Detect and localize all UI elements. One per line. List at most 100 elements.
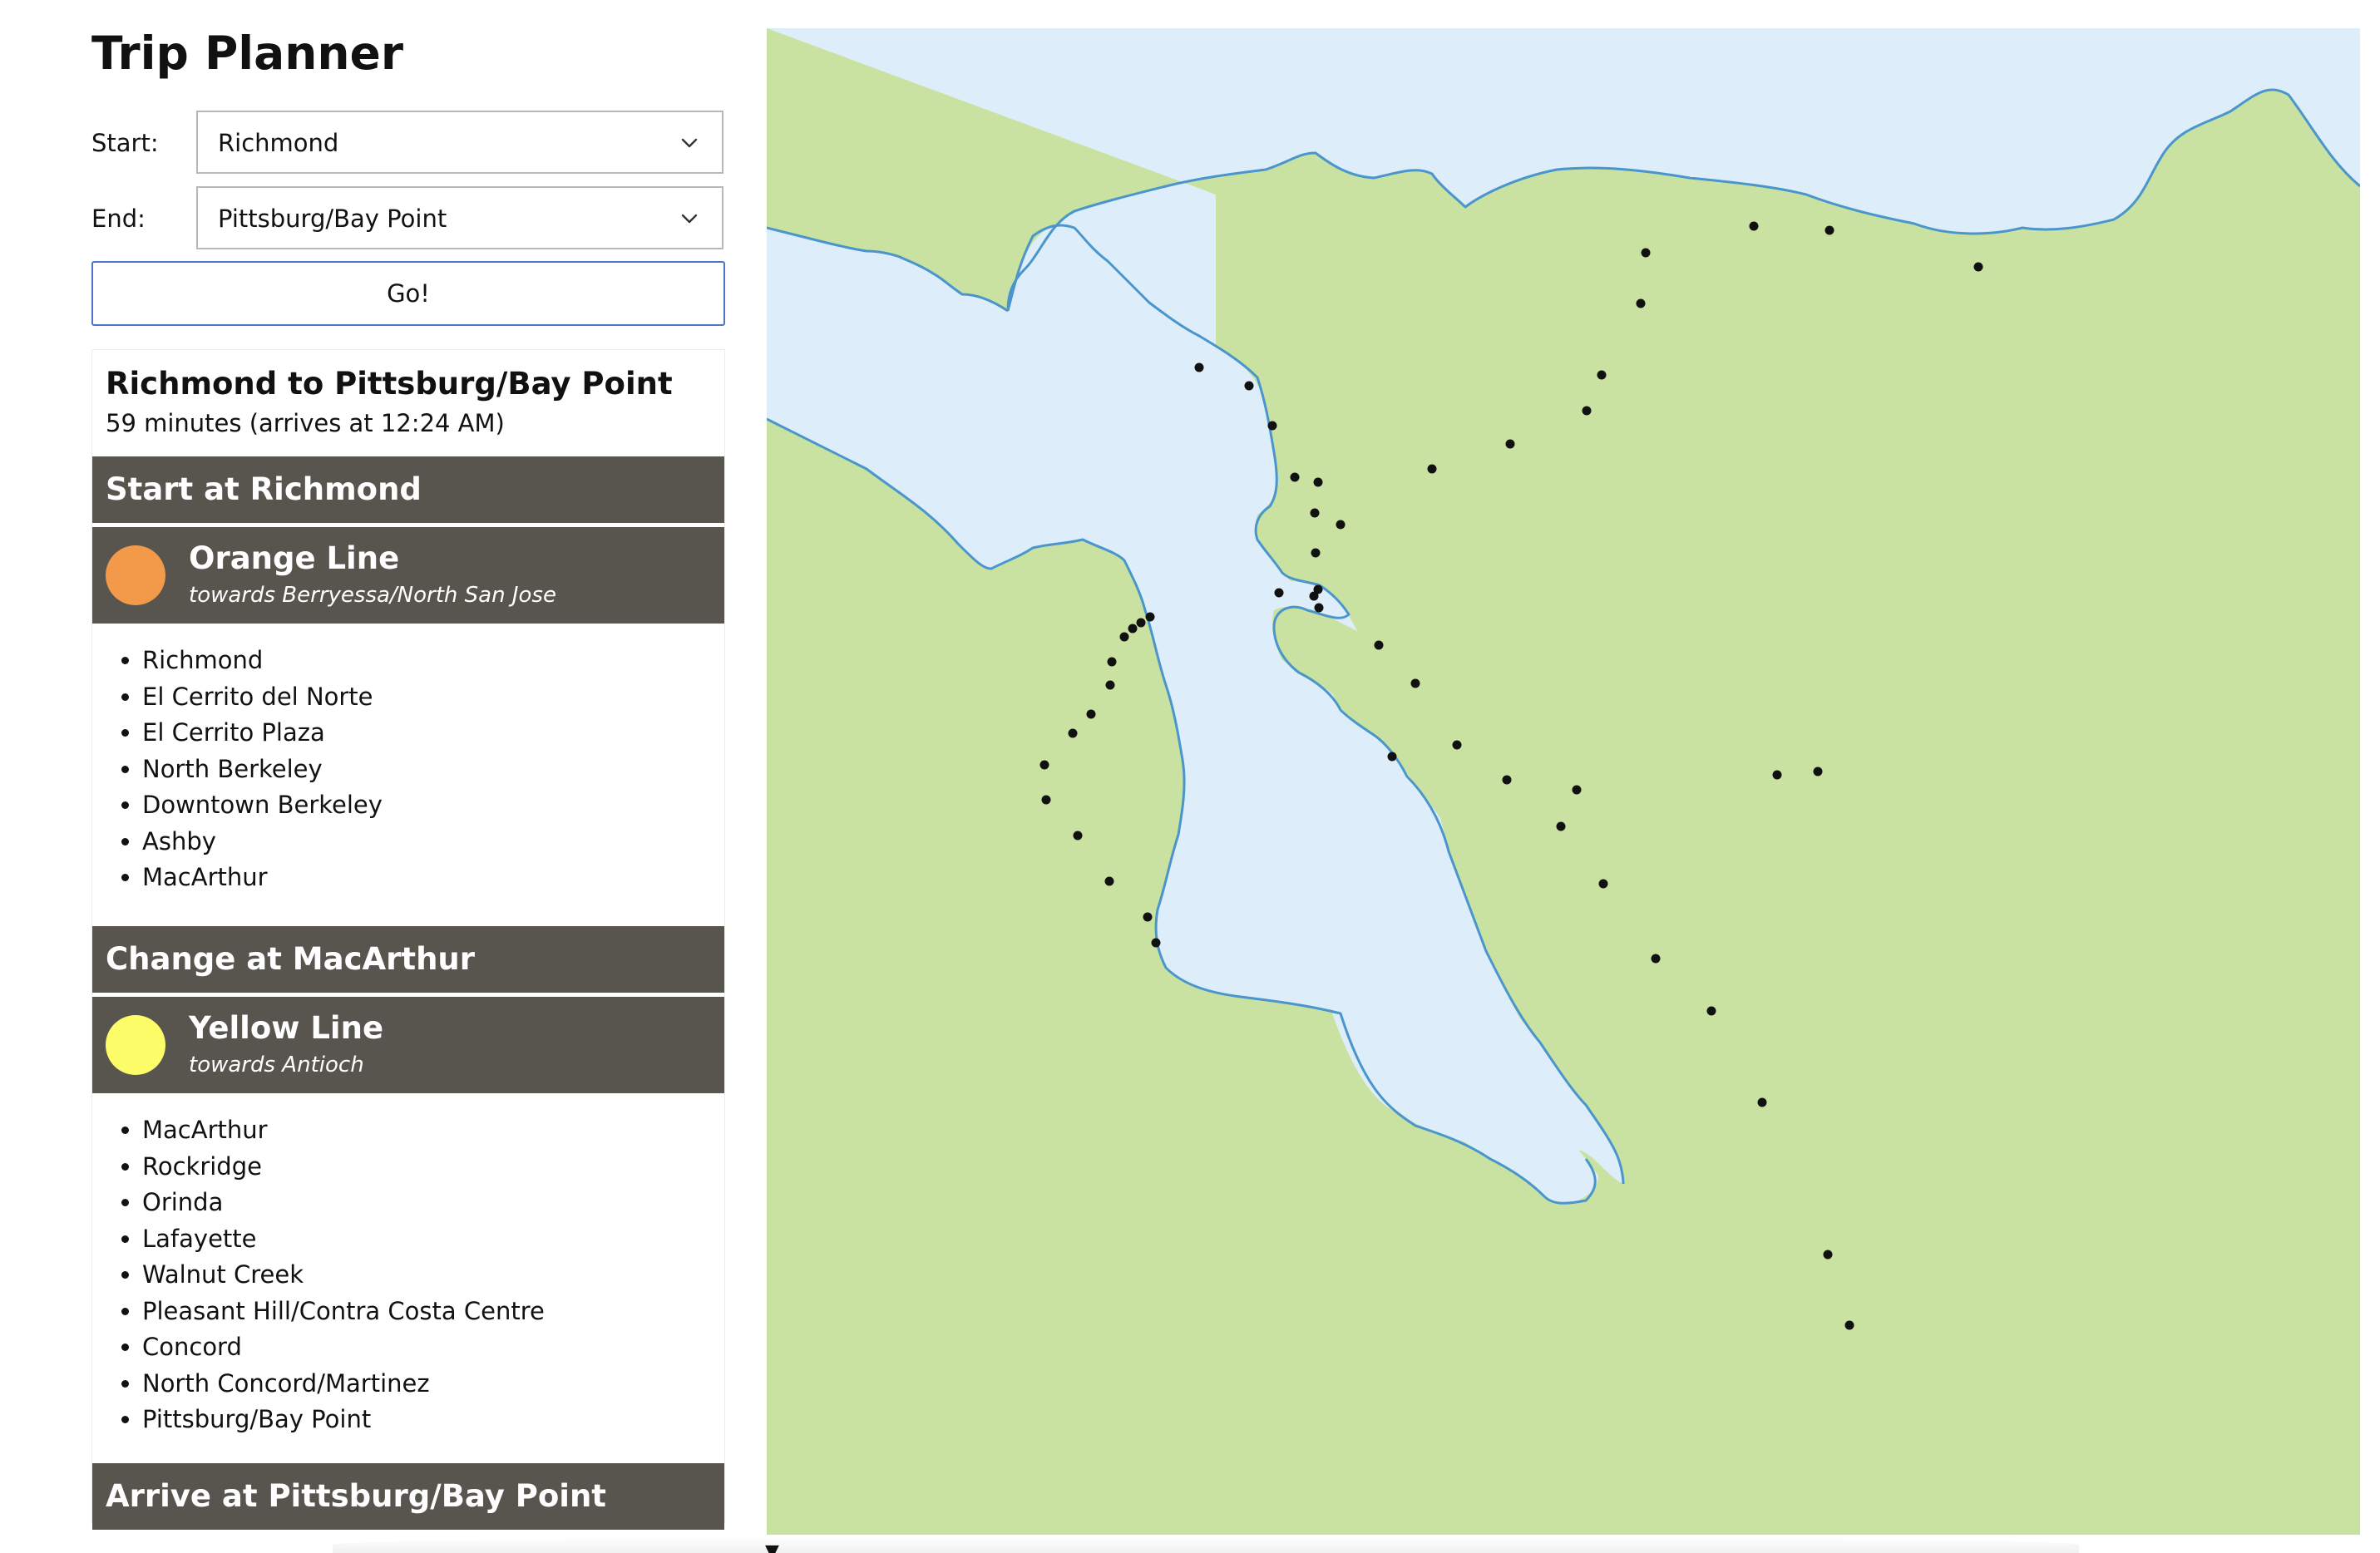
line-color-dot-icon xyxy=(106,1015,165,1075)
station-marker[interactable] xyxy=(1374,640,1384,650)
station-marker[interactable] xyxy=(1582,406,1592,416)
station-marker[interactable] xyxy=(1651,954,1661,964)
station-marker[interactable] xyxy=(1310,508,1320,518)
stop-list-item: El Cerrito del Norte xyxy=(142,679,383,716)
station-marker[interactable] xyxy=(1104,876,1114,886)
stop-list-item: Downtown Berkeley xyxy=(142,787,383,824)
stop-list-item: Orinda xyxy=(142,1185,545,1221)
station-marker[interactable] xyxy=(1844,1320,1854,1330)
station-marker[interactable] xyxy=(1823,1250,1833,1260)
station-marker[interactable] xyxy=(1136,618,1146,628)
station-marker[interactable] xyxy=(1825,225,1834,235)
leg-header-yellow-line: Yellow Line towards Antioch xyxy=(92,997,724,1093)
stop-list-item: Pittsburg/Bay Point xyxy=(142,1402,545,1438)
end-station-select[interactable]: Pittsburg/Bay Point xyxy=(196,186,723,249)
station-marker[interactable] xyxy=(1039,760,1049,770)
station-marker[interactable] xyxy=(1387,752,1397,762)
station-marker[interactable] xyxy=(1267,421,1277,431)
station-marker[interactable] xyxy=(1073,831,1083,841)
page-title: Trip Planner xyxy=(91,27,403,80)
station-marker[interactable] xyxy=(1143,912,1153,922)
start-step-header: Start at Richmond xyxy=(92,456,724,523)
stop-list-item: Pleasant Hill/Contra Costa Centre xyxy=(142,1294,545,1330)
leg-header-orange-line: Orange Line towards Berryessa/North San … xyxy=(92,527,724,624)
station-marker[interactable] xyxy=(1636,298,1646,308)
bay-area-map[interactable] xyxy=(767,28,2360,1535)
arrive-step-header: Arrive at Pittsburg/Bay Point xyxy=(92,1463,724,1530)
itinerary-card: Richmond to Pittsburg/Bay Point 59 minut… xyxy=(91,349,725,1530)
station-marker[interactable] xyxy=(1145,612,1155,622)
station-marker[interactable] xyxy=(1641,248,1651,258)
station-marker[interactable] xyxy=(1041,795,1051,805)
station-marker[interactable] xyxy=(1556,821,1566,831)
stop-list-item: North Concord/Martinez xyxy=(142,1366,545,1403)
station-marker[interactable] xyxy=(1244,381,1254,391)
scroll-down-icon[interactable]: ▼ xyxy=(765,1543,779,1553)
station-marker[interactable] xyxy=(1502,775,1512,785)
station-marker[interactable] xyxy=(1068,728,1078,738)
stop-list-yellow-line: MacArthurRockridgeOrindaLafayetteWalnut … xyxy=(92,1112,545,1438)
go-button[interactable]: Go! xyxy=(91,261,725,326)
station-marker[interactable] xyxy=(1314,603,1324,613)
end-label: End: xyxy=(91,205,146,233)
end-select-value: Pittsburg/Bay Point xyxy=(218,205,447,233)
start-field-row: Start: Richmond xyxy=(91,111,725,175)
station-marker[interactable] xyxy=(1757,1097,1767,1107)
station-marker[interactable] xyxy=(1107,657,1117,667)
route-title: Richmond to Pittsburg/Bay Point xyxy=(106,366,673,402)
station-marker[interactable] xyxy=(1309,591,1319,601)
stop-list-item: Walnut Creek xyxy=(142,1257,545,1294)
station-marker[interactable] xyxy=(1313,477,1323,487)
start-label: Start: xyxy=(91,129,159,157)
stop-list-item: MacArthur xyxy=(142,1112,545,1149)
station-marker[interactable] xyxy=(1311,548,1321,558)
stop-list-item: North Berkeley xyxy=(142,752,383,788)
station-marker[interactable] xyxy=(1086,709,1096,719)
start-station-select[interactable]: Richmond xyxy=(196,111,723,174)
stop-list-item: Rockridge xyxy=(142,1149,545,1186)
change-step-header: Change at MacArthur xyxy=(92,926,724,993)
station-marker[interactable] xyxy=(1749,221,1759,231)
end-field-row: End: Pittsburg/Bay Point xyxy=(91,186,725,251)
station-marker[interactable] xyxy=(1505,439,1515,449)
stop-list-item: El Cerrito Plaza xyxy=(142,715,383,752)
start-select-value: Richmond xyxy=(218,129,339,157)
station-marker[interactable] xyxy=(1336,520,1346,530)
station-marker[interactable] xyxy=(1128,624,1138,634)
station-marker[interactable] xyxy=(1813,767,1823,776)
change-step-label: Change at MacArthur xyxy=(106,941,476,977)
station-marker[interactable] xyxy=(1597,370,1607,380)
stop-list-item: Concord xyxy=(142,1329,545,1366)
station-marker[interactable] xyxy=(1410,678,1420,688)
stop-list-item: Lafayette xyxy=(142,1221,545,1258)
station-marker[interactable] xyxy=(1151,938,1161,948)
station-marker[interactable] xyxy=(1194,362,1204,372)
station-marker[interactable] xyxy=(1598,879,1608,889)
stop-list-orange-line: RichmondEl Cerrito del NorteEl Cerrito P… xyxy=(92,643,383,896)
start-step-label: Start at Richmond xyxy=(106,471,422,507)
station-marker[interactable] xyxy=(1119,632,1129,642)
water-layer xyxy=(767,28,2360,1205)
station-marker[interactable] xyxy=(1427,464,1437,474)
station-marker[interactable] xyxy=(1274,588,1284,598)
shoreline-outline xyxy=(767,88,2360,1205)
line-name: Yellow Line xyxy=(189,1010,384,1046)
chevron-down-icon xyxy=(681,214,698,224)
station-marker[interactable] xyxy=(1706,1006,1716,1016)
line-color-dot-icon xyxy=(106,545,165,605)
stop-list-item: MacArthur xyxy=(142,860,383,896)
station-marker[interactable] xyxy=(1452,740,1462,750)
station-marker[interactable] xyxy=(1973,262,1983,272)
station-marker[interactable] xyxy=(1772,770,1782,780)
station-marker[interactable] xyxy=(1290,472,1300,482)
map-svg xyxy=(767,28,2360,1330)
stop-list-item: Ashby xyxy=(142,824,383,860)
station-marker[interactable] xyxy=(1572,785,1582,795)
line-direction: towards Antioch xyxy=(189,1053,364,1077)
stop-list-item: Richmond xyxy=(142,643,383,679)
arrive-step-label: Arrive at Pittsburg/Bay Point xyxy=(106,1478,606,1514)
trip-planner-app: Trip Planner Start: Richmond End: Pittsb… xyxy=(0,0,2380,1553)
line-direction: towards Berryessa/North San Jose xyxy=(189,583,556,608)
station-marker[interactable] xyxy=(1105,680,1115,690)
line-name: Orange Line xyxy=(189,540,400,576)
